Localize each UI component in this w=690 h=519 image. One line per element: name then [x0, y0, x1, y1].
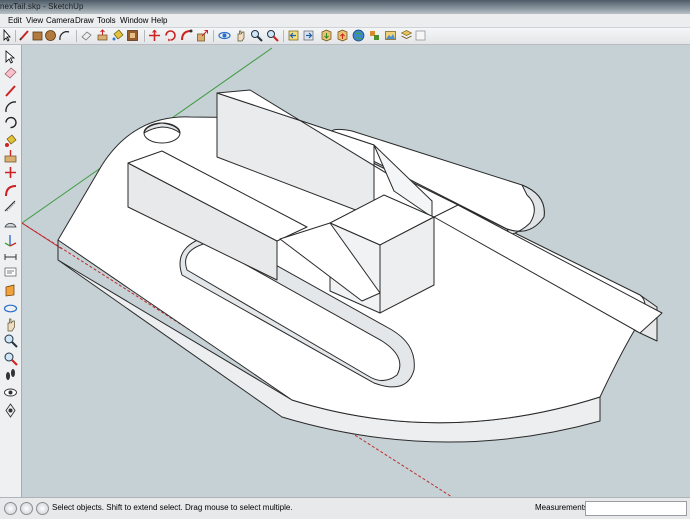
- get-models-icon[interactable]: [320, 29, 333, 42]
- zoom-extents-icon[interactable]: [3, 351, 18, 366]
- help-icon[interactable]: [36, 502, 49, 515]
- dimension-icon[interactable]: [3, 249, 18, 264]
- follow-me-icon[interactable]: [180, 29, 193, 42]
- layers-icon[interactable]: [400, 29, 413, 42]
- orbit-icon[interactable]: [218, 29, 231, 42]
- menu-edit[interactable]: Edit: [8, 15, 22, 26]
- status-bar: Select objects. Shift to extend select. …: [0, 497, 690, 519]
- arc-icon[interactable]: [3, 99, 18, 114]
- next-view-icon[interactable]: [302, 29, 315, 42]
- push-pull-icon[interactable]: [96, 29, 109, 42]
- rotate-icon[interactable]: [164, 29, 177, 42]
- look-around-icon[interactable]: [3, 385, 18, 400]
- menu-view[interactable]: View: [26, 15, 43, 26]
- zoom-icon[interactable]: [250, 29, 263, 42]
- zoom-icon[interactable]: [3, 333, 18, 348]
- eraser-icon-2[interactable]: [414, 29, 427, 42]
- menu-camera[interactable]: Camera: [46, 15, 74, 26]
- menu-help[interactable]: Help: [151, 15, 167, 26]
- eraser-icon[interactable]: [3, 65, 18, 80]
- measurements-input[interactable]: [585, 501, 687, 516]
- menu-window[interactable]: Window: [120, 15, 148, 26]
- section-plane-icon[interactable]: [3, 283, 18, 298]
- model-part: [57, 89, 663, 443]
- main-toolbar: [0, 28, 690, 45]
- move-icon[interactable]: [3, 165, 18, 180]
- menu-bar: Edit View Camera Draw Tools Window Help: [0, 14, 690, 28]
- photo-textures-icon[interactable]: [384, 29, 397, 42]
- red-axis-solid: [22, 222, 63, 250]
- eraser-icon[interactable]: [80, 29, 93, 42]
- window-title: nexTail.skp - SketchUp: [0, 2, 84, 11]
- protractor-icon[interactable]: [3, 215, 18, 230]
- modeling-viewport[interactable]: [22, 45, 690, 497]
- select-arrow-icon[interactable]: [1, 29, 14, 42]
- follow-me-icon[interactable]: [3, 183, 18, 198]
- line-icon[interactable]: [3, 83, 18, 98]
- push-pull-icon[interactable]: [3, 149, 18, 164]
- menu-tools[interactable]: Tools: [97, 15, 116, 26]
- credits-icon[interactable]: [20, 502, 33, 515]
- scale-icon[interactable]: [196, 29, 209, 42]
- axes-icon[interactable]: [3, 233, 18, 248]
- pan-icon[interactable]: [3, 317, 18, 332]
- offset-icon[interactable]: [126, 29, 139, 42]
- previous-view-icon[interactable]: [287, 29, 300, 42]
- menu-draw[interactable]: Draw: [75, 15, 94, 26]
- tape-measure-icon[interactable]: [3, 199, 18, 214]
- geo-location-icon[interactable]: [4, 502, 17, 515]
- title-bar: nexTail.skp - SketchUp: [0, 0, 690, 14]
- zoom-extents-icon[interactable]: [266, 29, 279, 42]
- components-icon[interactable]: [368, 29, 381, 42]
- paint-icon[interactable]: [3, 133, 18, 148]
- paint-bucket-icon[interactable]: [111, 29, 124, 42]
- rotate-icon[interactable]: [3, 115, 18, 130]
- pan-icon[interactable]: [234, 29, 247, 42]
- select-icon[interactable]: [3, 49, 18, 64]
- text-icon[interactable]: [3, 265, 18, 280]
- orbit-icon[interactable]: [3, 301, 18, 316]
- circle-icon[interactable]: [44, 29, 57, 42]
- rectangle-icon[interactable]: [31, 29, 44, 42]
- pencil-line-icon[interactable]: [18, 29, 31, 42]
- walk-icon[interactable]: [3, 367, 18, 382]
- share-model-icon[interactable]: [336, 29, 349, 42]
- position-camera-icon[interactable]: [3, 403, 18, 418]
- status-message: Select objects. Shift to extend select. …: [52, 503, 293, 512]
- left-toolbar: [0, 45, 22, 497]
- move-icon[interactable]: [148, 29, 161, 42]
- measurements-label: Measurements: [535, 503, 588, 512]
- arc-icon[interactable]: [58, 29, 71, 42]
- place-model-icon[interactable]: [352, 29, 365, 42]
